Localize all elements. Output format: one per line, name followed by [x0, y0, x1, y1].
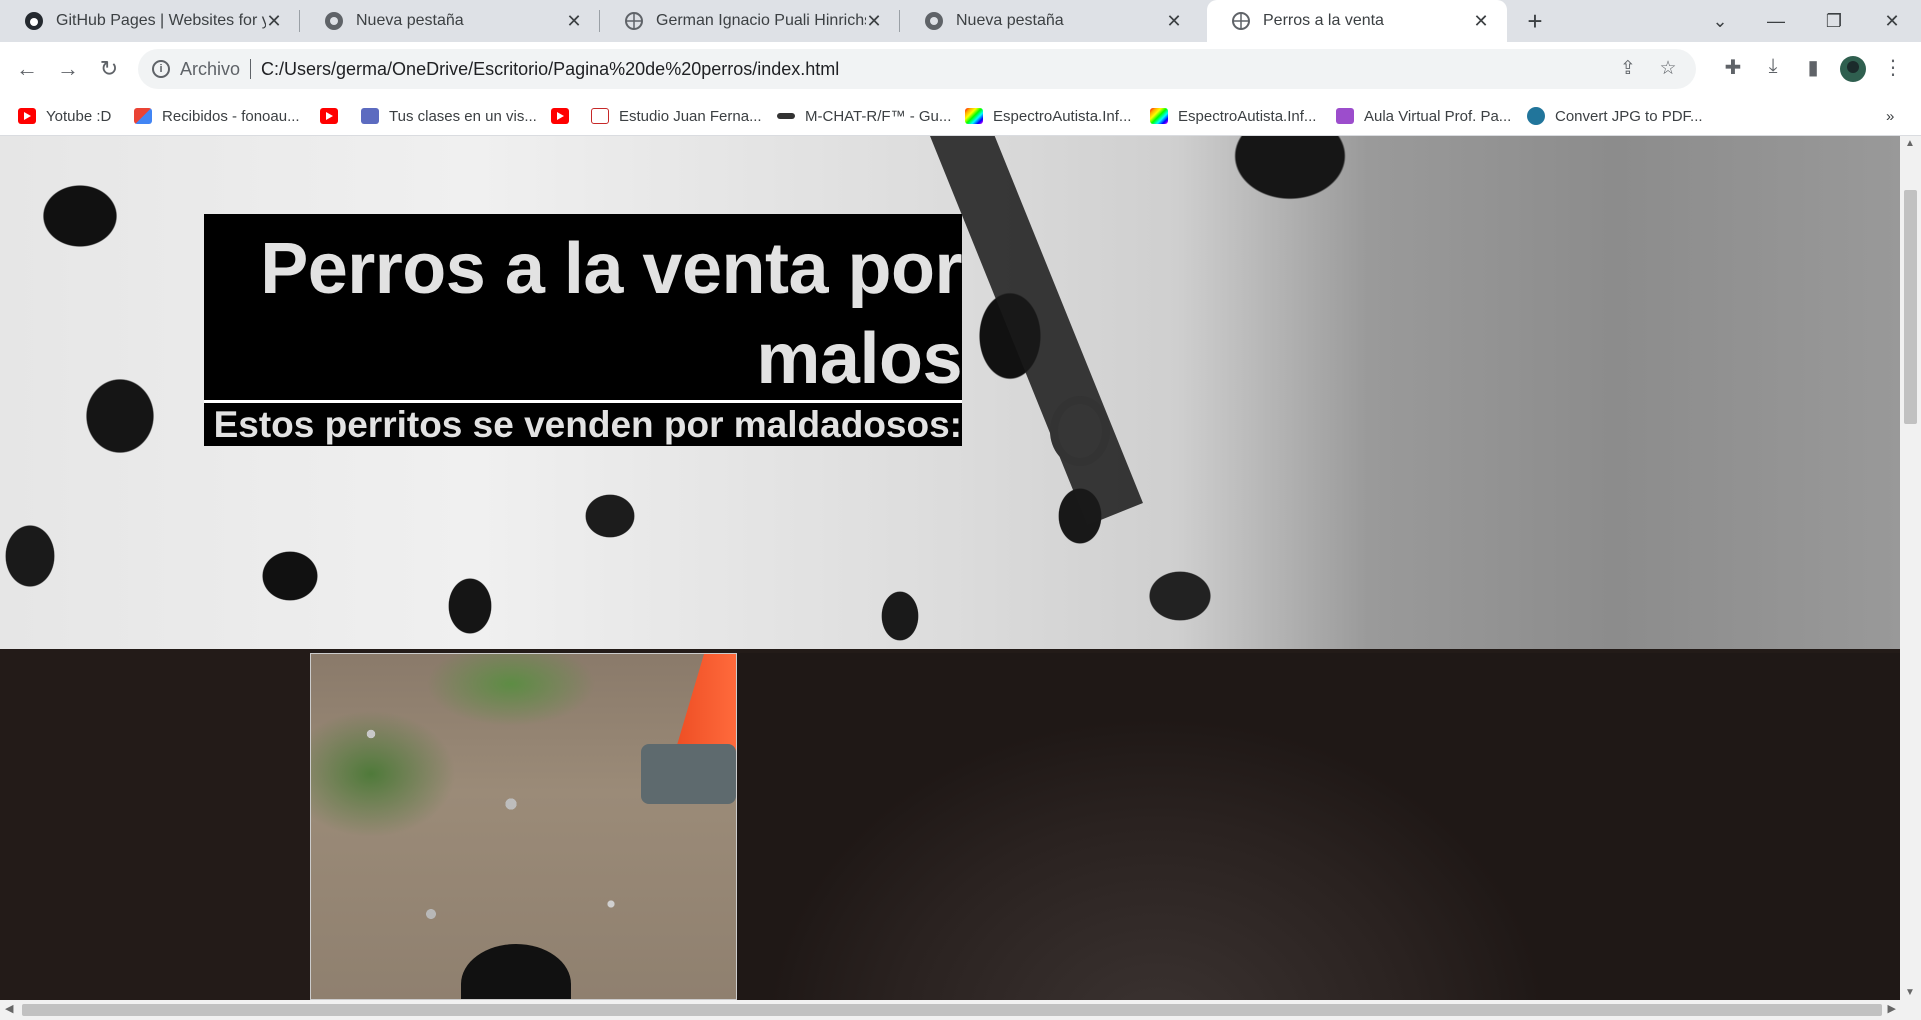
dog-photo-1: [310, 653, 737, 1000]
gmail-icon: [134, 108, 152, 124]
title-box: Perros a la venta por malos: [204, 214, 963, 402]
tab-strip: GitHub Pages | Websites for you ✕ Nueva …: [0, 0, 1921, 42]
close-icon[interactable]: ✕: [564, 11, 584, 32]
bookmark-label: Aula Virtual Prof. Pa...: [1364, 107, 1512, 125]
bookmarks-more-button[interactable]: »: [1886, 104, 1894, 128]
page-subtitle: Estos perritos se venden por maldadosos:: [213, 404, 962, 445]
subtitle-box: Estos perritos se venden por maldadosos:: [204, 400, 962, 446]
tab-title: Perros a la venta: [1263, 12, 1384, 29]
scroll-left-icon[interactable]: ◀: [5, 1002, 13, 1015]
mchat-icon: [777, 113, 795, 119]
bookmark-label: Recibidos - fonoau...: [162, 107, 300, 125]
youtube-icon: [18, 108, 36, 124]
close-icon[interactable]: ✕: [1164, 11, 1184, 32]
bookmark-convert[interactable]: Convert JPG to PDF...: [1527, 104, 1703, 128]
page-viewport: Perros a la venta por malos Estos perrit…: [0, 136, 1900, 1000]
forward-icon[interactable]: →: [53, 54, 83, 84]
scroll-down-icon[interactable]: ▼: [1905, 987, 1915, 998]
tab-title: GitHub Pages | Websites for you: [56, 12, 266, 29]
address-url[interactable]: C:/Users/germa/OneDrive/Escritorio/Pagin…: [261, 59, 839, 80]
menu-icon[interactable]: ⋮: [1879, 55, 1907, 83]
spectrum-icon: [1150, 108, 1168, 124]
bookmark-aula[interactable]: Aula Virtual Prof. Pa...: [1336, 104, 1511, 128]
bookmark-label: M-CHAT-R/F™ - Gu...: [805, 107, 952, 125]
minimize-icon[interactable]: —: [1748, 0, 1804, 42]
window-close-icon[interactable]: ✕: [1864, 0, 1920, 42]
chrome-icon: [924, 11, 944, 31]
youtube-icon: [320, 108, 338, 124]
bookmark-label: EspectroAutista.Inf...: [1178, 107, 1317, 125]
vertical-scrollbar[interactable]: ▲ ▼: [1900, 136, 1921, 1000]
studio-icon: [591, 108, 609, 124]
bookmark-estudio[interactable]: Estudio Juan Ferna...: [591, 104, 762, 128]
tab-title: Nueva pestaña: [356, 12, 464, 29]
bookmark-mchat[interactable]: M-CHAT-R/F™ - Gu...: [777, 104, 951, 128]
bookmark-espectro-2[interactable]: EspectroAutista.Inf...: [1150, 104, 1316, 128]
close-icon[interactable]: ✕: [864, 11, 884, 32]
bookmark-label: Convert JPG to PDF...: [1555, 107, 1703, 125]
tab-german[interactable]: German Ignacio Puali Hinrichsen ✕: [600, 0, 900, 42]
star-icon[interactable]: ☆: [1656, 57, 1680, 81]
back-icon[interactable]: ←: [12, 54, 42, 84]
cone-base-graphic: [641, 744, 736, 804]
close-icon[interactable]: ✕: [264, 11, 284, 32]
bookmark-gmail[interactable]: Recibidos - fonoau...: [134, 104, 300, 128]
bookmark-label: Yotube :D: [46, 107, 112, 125]
bookmark-clases[interactable]: Tus clases en un vis...: [361, 104, 537, 128]
aula-icon: [1336, 108, 1354, 124]
horizontal-scroll-thumb[interactable]: [22, 1004, 1882, 1016]
spectrum-icon: [965, 108, 983, 124]
close-icon[interactable]: ✕: [1471, 11, 1491, 32]
avatar[interactable]: [1839, 55, 1867, 83]
dog-gallery: [0, 649, 1900, 1000]
globe-icon: [1231, 11, 1251, 31]
scroll-right-icon[interactable]: ▶: [1888, 1002, 1896, 1015]
github-icon: [24, 11, 44, 31]
bookmark-youtube[interactable]: Yotube :D: [18, 104, 111, 128]
dog-photo-2: [737, 653, 1900, 1000]
address-separator: [250, 59, 252, 79]
share-icon[interactable]: ⇪: [1616, 57, 1640, 81]
tab-perros-active[interactable]: Perros a la venta ✕: [1207, 0, 1507, 42]
collar-ring-graphic: [1050, 396, 1110, 466]
browser-chrome: GitHub Pages | Websites for you ✕ Nueva …: [0, 0, 1921, 136]
globe-icon: [624, 11, 644, 31]
vertical-scroll-thumb[interactable]: [1904, 190, 1917, 424]
tab-title: Nueva pestaña: [956, 12, 1064, 29]
download-icon[interactable]: ⤓: [1759, 55, 1787, 83]
bookmark-label: EspectroAutista.Inf...: [993, 107, 1132, 125]
info-icon[interactable]: i: [152, 60, 170, 78]
side-panel-icon[interactable]: ▮: [1799, 55, 1827, 83]
page-title: Perros a la venta por malos: [260, 229, 962, 399]
bookmarks-bar: Yotube :D Recibidos - fonoau... Tus clas…: [0, 96, 1921, 136]
address-bar[interactable]: i Archivo C:/Users/germa/OneDrive/Escrit…: [138, 49, 1696, 89]
hero-banner-image: Perros a la venta por malos Estos perrit…: [0, 136, 1900, 649]
bookmark-label: Estudio Juan Ferna...: [619, 107, 762, 125]
chrome-icon: [324, 11, 344, 31]
tab-search-icon[interactable]: ⌄: [1692, 0, 1748, 42]
tab-nueva-2[interactable]: Nueva pestaña ✕: [900, 0, 1200, 42]
restore-icon[interactable]: ❐: [1806, 0, 1862, 42]
bookmark-label: Tus clases en un vis...: [389, 107, 537, 125]
new-tab-button[interactable]: +: [1520, 6, 1550, 36]
scroll-up-icon[interactable]: ▲: [1905, 138, 1915, 149]
bookmark-youtube-2[interactable]: [320, 104, 348, 128]
address-scheme-label: Archivo: [180, 58, 241, 79]
bookmark-youtube-3[interactable]: [551, 104, 579, 128]
app-icon: [361, 108, 379, 124]
tab-title: German Ignacio Puali Hinrichsen: [656, 12, 866, 29]
wordpress-icon: [1527, 107, 1545, 125]
reload-icon[interactable]: ↻: [94, 54, 124, 84]
youtube-icon: [551, 108, 569, 124]
tab-nueva-1[interactable]: Nueva pestaña ✕: [300, 0, 600, 42]
horizontal-scrollbar[interactable]: ◀ ▶: [0, 1000, 1921, 1020]
dog-head-graphic: [461, 944, 571, 999]
browser-toolbar: ← → ↻ i Archivo C:/Users/germa/OneDrive/…: [0, 42, 1921, 96]
extensions-icon[interactable]: ✚: [1719, 55, 1747, 83]
tab-github[interactable]: GitHub Pages | Websites for you ✕: [0, 0, 300, 42]
bookmark-espectro-1[interactable]: EspectroAutista.Inf...: [965, 104, 1131, 128]
